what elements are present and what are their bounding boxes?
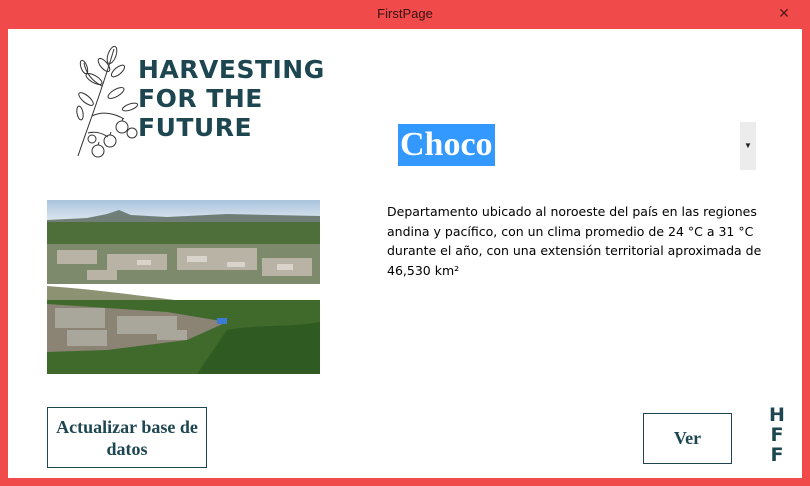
hff-logo: H F F xyxy=(766,405,788,465)
title-bar[interactable]: FirstPage ✕ xyxy=(0,0,810,28)
plant-branch-icon xyxy=(76,45,139,158)
logo-line-2: FOR THE xyxy=(138,84,263,113)
client-area: HARVESTING FOR THE FUTURE Choco ▼ Depart… xyxy=(8,29,802,478)
app-window: FirstPage ✕ HARVESTING FOR THE FUTURE Ch… xyxy=(0,0,810,486)
harvesting-logo: HARVESTING FOR THE FUTURE xyxy=(72,41,325,161)
window-title: FirstPage xyxy=(377,6,433,21)
dropdown-arrow-icon[interactable]: ▼ xyxy=(740,122,756,170)
update-database-button[interactable]: Actualizar base de datos xyxy=(47,407,207,468)
region-description: Departamento ubicado al noroeste del paí… xyxy=(387,204,762,278)
aerial-town-river-image xyxy=(47,200,320,374)
view-button[interactable]: Ver xyxy=(643,413,732,464)
region-photo xyxy=(47,200,320,374)
hff-letter-1: H xyxy=(769,404,785,426)
logo-line-3: FUTURE xyxy=(138,113,253,142)
region-selected-value[interactable]: Choco xyxy=(398,124,495,166)
close-button[interactable]: ✕ xyxy=(774,3,794,23)
hff-letter-2: F xyxy=(770,424,784,446)
logo-text: HARVESTING FOR THE FUTURE xyxy=(138,55,325,142)
logo-line-1: HARVESTING xyxy=(138,55,325,84)
hff-letter-3: F xyxy=(770,444,784,466)
region-dropdown[interactable]: Choco ▼ xyxy=(394,122,756,170)
